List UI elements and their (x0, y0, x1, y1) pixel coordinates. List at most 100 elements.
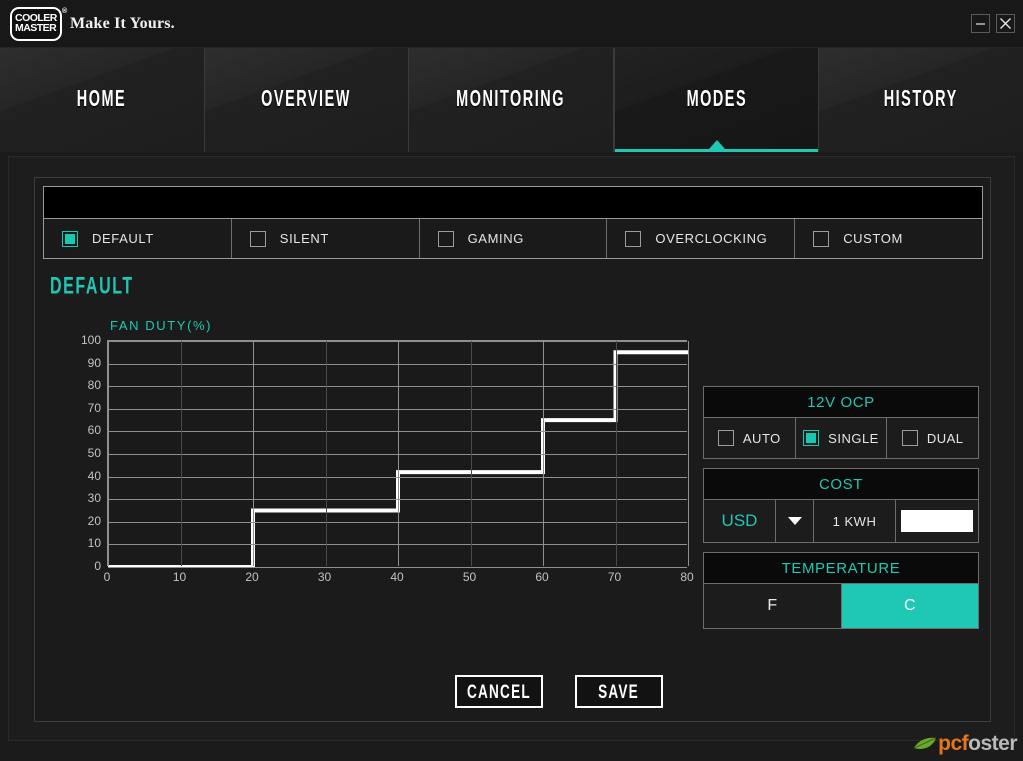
ocp-option-single[interactable]: SINGLE (796, 418, 888, 458)
cancel-button-label: CANCEL (467, 680, 531, 702)
mode-preview-bar (43, 186, 983, 218)
watermark-part-2: oster (968, 732, 1017, 755)
grid-line-vertical (471, 341, 472, 566)
leaf-icon (913, 737, 937, 749)
y-tick-label: 100 (80, 333, 101, 347)
grid-line-vertical (108, 341, 109, 566)
x-tick-label: 50 (462, 570, 477, 584)
x-tick-label: 80 (680, 570, 694, 584)
y-tick-label: 30 (87, 491, 101, 506)
chevron-down-icon (787, 517, 802, 525)
tab-monitoring[interactable]: MONITORING (409, 48, 614, 152)
ocp-group: 12V OCP AUTO SINGLE DUAL (703, 386, 979, 459)
grid-line-vertical (181, 341, 182, 566)
checkbox-icon[interactable] (717, 430, 734, 446)
tab-label: OVERVIEW (261, 86, 352, 113)
tab-label: HISTORY (884, 86, 959, 113)
ocp-option-dual[interactable]: DUAL (887, 418, 978, 458)
y-tick-label: 50 (87, 446, 101, 460)
y-tick-label: 40 (87, 468, 101, 483)
tab-modes[interactable]: MODES (613, 48, 820, 152)
minimize-icon (976, 23, 985, 25)
checkbox-icon[interactable] (437, 230, 454, 247)
mode-label: DEFAULT (92, 231, 154, 246)
mode-option-overclocking[interactable]: OVERCLOCKING (607, 219, 796, 258)
x-tick-label: 0 (103, 570, 111, 584)
ocp-label: DUAL (926, 430, 964, 446)
logo-line-2: MASTER (15, 23, 57, 34)
x-tick-label: 20 (245, 570, 259, 584)
tab-label: HOME (77, 86, 127, 113)
checkbox-icon[interactable] (249, 230, 266, 247)
mode-label: SILENT (279, 231, 329, 246)
mode-option-silent[interactable]: SILENT (232, 219, 420, 258)
ocp-options-row: AUTO SINGLE DUAL (704, 418, 978, 458)
section-title: DEFAULT (50, 273, 134, 300)
cost-rate-wrapper (896, 500, 978, 542)
grid-line-vertical (616, 341, 617, 566)
currency-value[interactable]: USD (704, 500, 776, 542)
temperature-unit-fahrenheit[interactable]: F (704, 584, 842, 628)
tab-caret-icon (708, 140, 725, 149)
settings-column: 12V OCP AUTO SINGLE DUAL COST USD 1 KWH … (703, 386, 979, 638)
watermark: pcfoster (912, 731, 1017, 757)
save-button[interactable]: SAVE (575, 675, 663, 708)
x-tick-label: 70 (607, 570, 622, 584)
tab-overview[interactable]: OVERVIEW (204, 48, 410, 152)
content-panel: DEFAULT SILENT GAMING OVERCLOCKING CUSTO… (8, 156, 1015, 741)
mode-option-default[interactable]: DEFAULT (44, 219, 232, 258)
action-buttons: CANCEL SAVE (455, 675, 663, 708)
registered-mark-icon: ® (62, 8, 68, 15)
title-bar: COOLER MASTER ® Make It Yours. (0, 0, 1023, 48)
x-tick-label: 10 (172, 570, 187, 584)
currency-dropdown-button[interactable] (776, 500, 814, 542)
y-tick-label: 80 (87, 378, 101, 393)
mode-label: GAMING (467, 231, 524, 246)
temperature-unit-toggle: F C (704, 584, 978, 628)
save-button-label: SAVE (598, 680, 640, 702)
y-tick-label: 20 (87, 513, 101, 528)
grid-line-vertical (543, 341, 544, 566)
x-axis-ticks: 0 10 20 30 40 50 60 70 80 (103, 570, 694, 588)
temperature-unit-celsius[interactable]: C (841, 584, 978, 628)
y-tick-label: 70 (87, 400, 101, 415)
checkbox-icon[interactable] (625, 230, 642, 247)
cooler-master-logo: COOLER MASTER ® (10, 7, 68, 41)
x-tick-label: 30 (317, 570, 332, 584)
minimize-button[interactable] (971, 14, 990, 33)
ocp-label: SINGLE (828, 430, 879, 446)
y-tick-label: 10 (87, 536, 101, 551)
grid-line-vertical (326, 341, 327, 566)
grid-line-horizontal (108, 567, 687, 568)
tagline: Make It Yours. (70, 15, 175, 32)
tab-underline (614, 149, 819, 152)
ocp-option-auto[interactable]: AUTO (704, 418, 796, 458)
y-tick-label: 90 (87, 355, 101, 370)
x-tick-label: 40 (390, 570, 404, 584)
mode-label: CUSTOM (843, 231, 903, 246)
close-button[interactable] (996, 14, 1015, 33)
chart-title: FAN DUTY(%) (110, 318, 213, 333)
tab-home[interactable]: HOME (0, 48, 205, 152)
tab-label: MONITORING (456, 86, 566, 113)
cancel-button[interactable]: CANCEL (455, 675, 543, 708)
watermark-text: pcfoster (938, 732, 1017, 756)
cost-title: COST (704, 469, 978, 500)
cost-rate-input[interactable] (901, 510, 973, 532)
fan-curve-chart: FAN DUTY(%) 0 10 20 30 40 50 60 70 80 90 100 0 10 20… (47, 318, 694, 653)
cost-group: COST USD 1 KWH (703, 468, 979, 543)
grid-line-vertical (398, 341, 399, 566)
mode-option-gaming[interactable]: GAMING (420, 219, 608, 258)
x-tick-label: 60 (535, 570, 549, 584)
mode-selector-row: DEFAULT SILENT GAMING OVERCLOCKING CUSTO… (43, 218, 983, 259)
cost-unit-label: 1 KWH (814, 500, 896, 542)
tab-history[interactable]: HISTORY (819, 48, 1023, 152)
checkbox-icon[interactable] (62, 230, 78, 247)
temperature-title: TEMPERATURE (704, 553, 978, 584)
grid-line-vertical (688, 341, 689, 566)
checkbox-icon[interactable] (901, 430, 918, 446)
checkbox-icon[interactable] (803, 430, 820, 446)
checkbox-icon[interactable] (813, 230, 830, 247)
plot-area[interactable] (107, 340, 689, 568)
mode-option-custom[interactable]: CUSTOM (795, 219, 982, 258)
